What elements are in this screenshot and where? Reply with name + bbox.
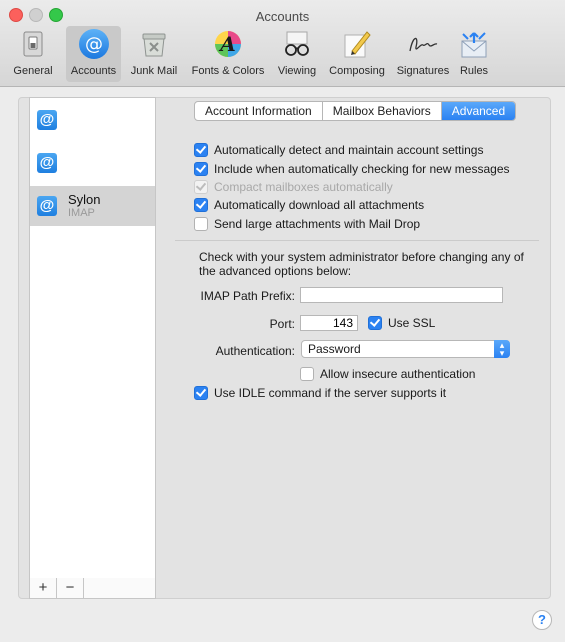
at-sign-icon: @ [76,28,112,60]
pencil-paper-icon [339,28,375,60]
download-attachments-checkbox[interactable] [194,198,208,212]
mail-drop-label: Send large attachments with Mail Drop [214,217,421,231]
eyeglasses-icon [279,28,315,60]
account-row[interactable]: @ [30,100,155,140]
use-ssl-label: Use SSL [388,316,436,330]
remove-account-button[interactable]: − [57,578,84,598]
use-idle-checkbox[interactable] [194,386,208,400]
auto-detect-settings-option[interactable]: Automatically detect and maintain accoun… [194,142,483,158]
toolbar-accounts-label: Accounts [70,65,117,77]
toolbar-viewing-label: Viewing [277,65,317,77]
include-checking-option[interactable]: Include when automatically checking for … [194,161,510,177]
toolbar-junk-mail-label: Junk Mail [130,65,178,77]
fonts-colors-icon: A [210,28,246,60]
compact-mailboxes-checkbox [194,180,208,194]
account-name: Sylon [68,192,101,207]
use-idle-label: Use IDLE command if the server supports … [214,386,447,400]
download-attachments-option[interactable]: Automatically download all attachments [194,197,424,213]
include-checking-checkbox[interactable] [194,162,208,176]
use-ssl-option[interactable]: Use SSL [368,315,435,331]
toolbar-fonts-colors-label: Fonts & Colors [191,65,265,77]
admin-warning-text: Check with your system administrator bef… [199,250,524,278]
accounts-window: Accounts General @ Accounts Junk Mail A … [0,0,565,642]
allow-insecure-label: Allow insecure authentication [320,367,476,381]
toolbar-fonts-colors[interactable]: A Fonts & Colors [186,26,270,82]
tab-advanced[interactable]: Advanced [441,102,516,120]
authentication-value: Password [308,342,361,356]
toolbar-signatures[interactable]: Signatures [392,26,454,82]
toolbar-general-label: General [13,65,53,77]
rules-envelope-icon [456,28,492,60]
mail-account-icon: @ [37,153,57,173]
authentication-label: Authentication: [215,344,295,358]
general-switch-icon [15,28,51,60]
toolbar-viewing[interactable]: Viewing [272,26,322,82]
toolbar-signatures-label: Signatures [396,65,450,77]
svg-text:A: A [218,32,236,56]
account-list-controls: + − [29,578,156,599]
port-label: Port: [269,317,295,331]
compact-mailboxes-label: Compact mailboxes automatically [214,180,393,194]
account-row[interactable]: @ [30,143,155,183]
toolbar-composing-label: Composing [329,65,385,77]
help-button[interactable]: ? [532,610,552,630]
toolbar-rules-label: Rules [459,65,489,77]
add-account-button[interactable]: + [30,578,57,598]
mail-account-icon: @ [37,196,57,216]
title-bar: Accounts General @ Accounts Junk Mail A … [0,0,565,87]
account-row-selected[interactable]: @ Sylon IMAP [30,186,155,226]
auto-detect-checkbox[interactable] [194,143,208,157]
use-idle-option[interactable]: Use IDLE command if the server supports … [194,385,446,401]
toolbar-accounts[interactable]: @ Accounts [66,26,121,82]
accounts-list[interactable]: @ @ @ Sylon IMAP [29,97,156,579]
account-type: IMAP [68,207,95,219]
port-field[interactable] [300,315,358,331]
include-checking-label: Include when automatically checking for … [214,162,510,176]
tab-mailbox-behaviors[interactable]: Mailbox Behaviors [323,102,442,120]
imap-path-prefix-field[interactable] [300,287,503,303]
mail-account-icon: @ [37,110,57,130]
auto-detect-label: Automatically detect and maintain accoun… [214,143,484,157]
authentication-select[interactable]: Password ▴ ▾ [301,340,510,358]
signature-icon [405,28,441,60]
section-divider [175,240,539,241]
toolbar-general[interactable]: General [2,26,64,82]
allow-insecure-option[interactable]: Allow insecure authentication [300,366,475,382]
chevron-up-down-icon: ▴ ▾ [494,340,510,358]
imap-path-prefix-label: IMAP Path Prefix: [200,289,295,303]
junk-mail-icon [136,28,172,60]
compact-mailboxes-option: Compact mailboxes automatically [194,179,393,195]
account-tabs: Account Information Mailbox Behaviors Ad… [194,101,517,121]
toolbar-junk-mail[interactable]: Junk Mail [124,26,184,82]
svg-text:@: @ [85,34,103,55]
window-title: Accounts [255,9,310,24]
mail-drop-checkbox[interactable] [194,217,208,231]
tab-account-information[interactable]: Account Information [195,102,323,120]
mail-drop-option[interactable]: Send large attachments with Mail Drop [194,216,420,232]
toolbar-rules[interactable]: Rules [455,26,493,82]
download-attachments-label: Automatically download all attachments [214,198,425,212]
toolbar-composing[interactable]: Composing [324,26,390,82]
allow-insecure-checkbox[interactable] [300,367,314,381]
use-ssl-checkbox[interactable] [368,316,382,330]
